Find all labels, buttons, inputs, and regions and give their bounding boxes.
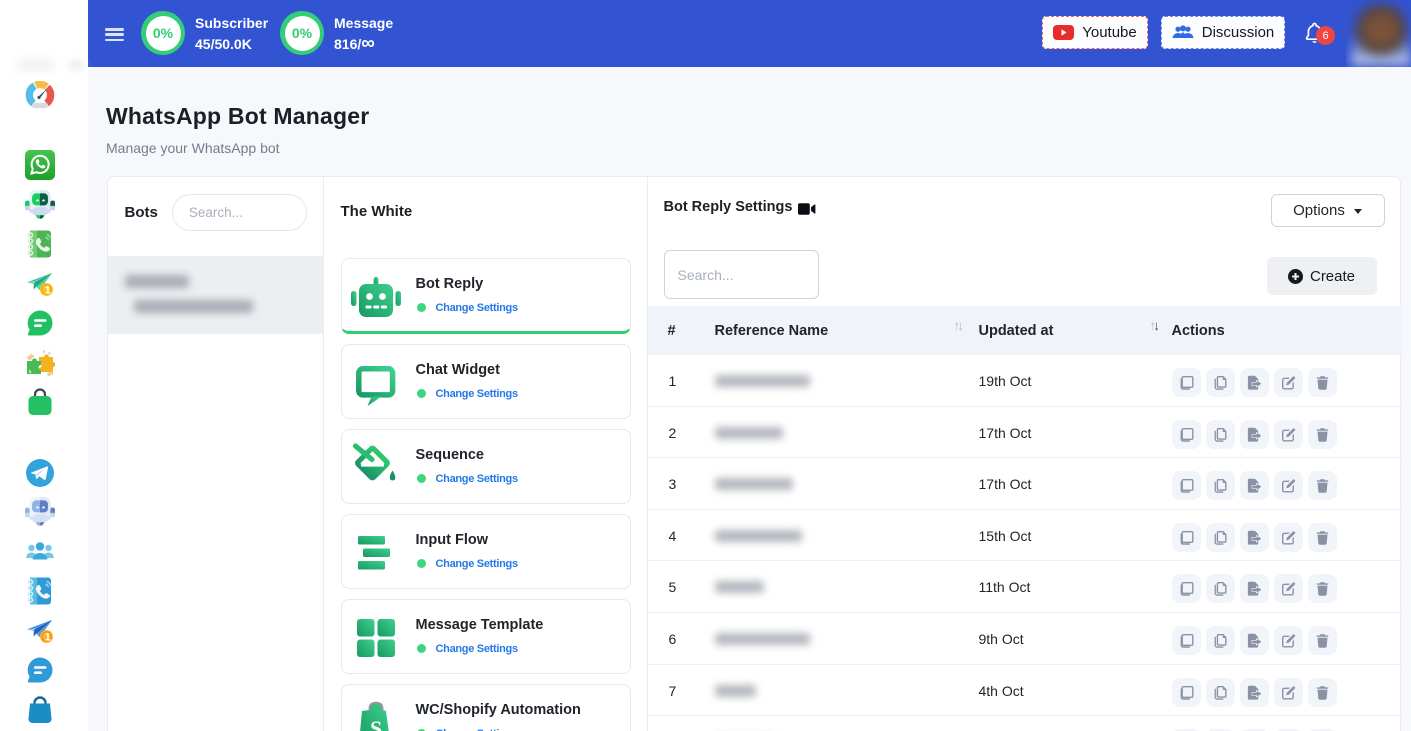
svg-text:S: S xyxy=(370,716,382,731)
svg-text:1: 1 xyxy=(45,284,51,296)
svg-text:1: 1 xyxy=(45,631,51,643)
